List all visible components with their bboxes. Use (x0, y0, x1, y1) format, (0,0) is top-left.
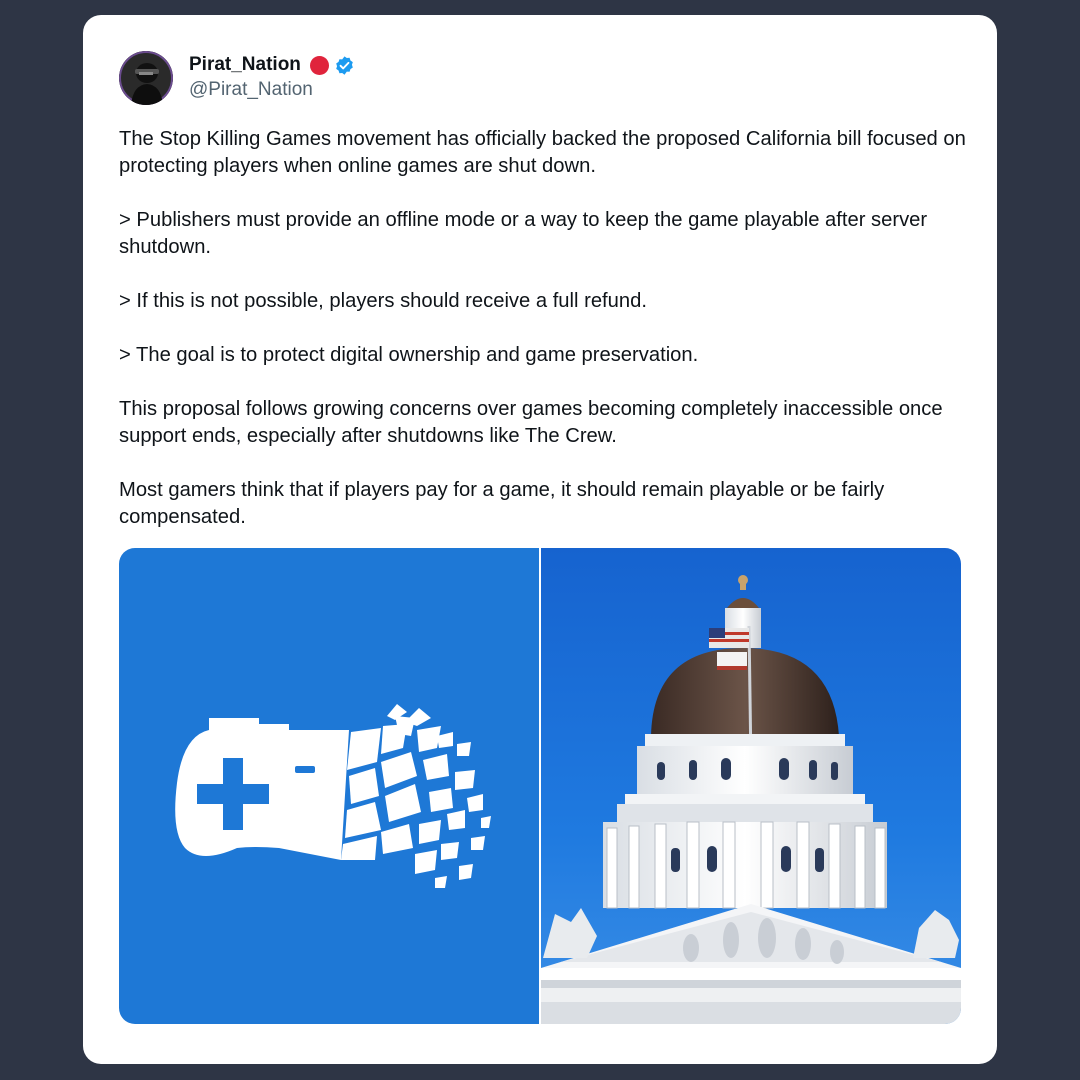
california-capitol-dome-photo (541, 575, 961, 1024)
media-image-controller[interactable] (119, 548, 539, 1024)
avatar-image (119, 51, 173, 105)
author-display-name[interactable]: Pirat_Nation (189, 54, 301, 76)
tweet-text: The Stop Killing Games movement has offi… (119, 126, 969, 558)
media-image-capitol[interactable] (541, 548, 961, 1024)
tweet-paragraph: > The goal is to protect digital ownersh… (119, 344, 699, 366)
author-name-row[interactable]: Pirat_Nation (189, 52, 355, 78)
tweet-paragraph: Most gamers think that if players pay fo… (119, 479, 885, 528)
shattered-game-controller-icon (175, 704, 491, 888)
avatar[interactable] (119, 51, 173, 105)
author-handle[interactable]: @Pirat_Nation (189, 79, 313, 101)
tweet-paragraph: > If this is not possible, players shoul… (119, 290, 647, 312)
tweet-media[interactable] (119, 548, 961, 1024)
tweet-card: Pirat_Nation @Pirat_Nation The Stop Kill… (83, 15, 997, 1064)
tweet-paragraph: This proposal follows growing concerns o… (119, 398, 943, 447)
status-dot-icon (309, 55, 329, 75)
tweet-paragraph: The Stop Killing Games movement has offi… (119, 128, 966, 177)
tweet-paragraph: > Publishers must provide an offline mod… (119, 209, 928, 258)
verified-badge-icon (334, 55, 355, 76)
